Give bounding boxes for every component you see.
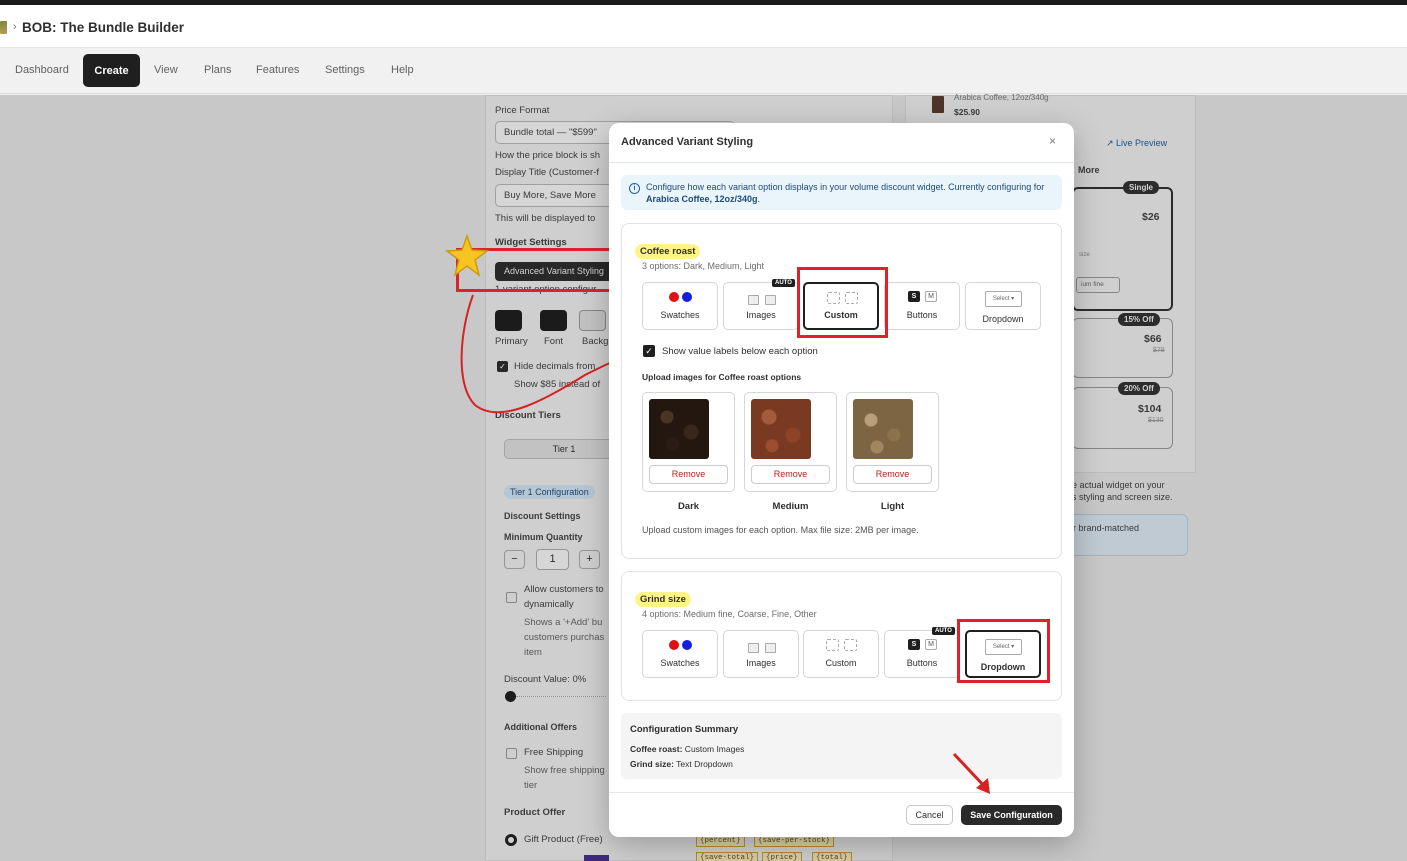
remove-dark-button[interactable]: Remove xyxy=(649,465,728,484)
coffee-roast-option-swatches[interactable]: Swatches xyxy=(642,282,718,330)
auto-badge: AUTO xyxy=(932,627,955,635)
nav-plans[interactable]: Plans xyxy=(204,64,232,76)
nav-settings[interactable]: Settings xyxy=(325,64,365,76)
advanced-variant-styling-modal: Advanced Variant Styling × i Configure h… xyxy=(609,123,1074,837)
custom-icon xyxy=(826,639,839,651)
coffee-roast-option-dropdown[interactable]: Select ▾ Dropdown xyxy=(965,282,1041,330)
remove-medium-button[interactable]: Remove xyxy=(751,465,830,484)
auto-badge: AUTO xyxy=(772,279,795,287)
button-m-icon: M xyxy=(925,639,937,650)
image-icon xyxy=(748,643,759,653)
image-card-light: Remove xyxy=(846,392,939,492)
option-label: Dropdown xyxy=(982,314,1024,324)
summary-coffee-roast: Coffee roast: Custom Images xyxy=(630,744,744,754)
annotation-box-custom xyxy=(797,267,888,338)
grind-size-option-swatches[interactable]: Swatches xyxy=(642,630,718,678)
show-labels-checkbox[interactable]: ✓ xyxy=(643,345,655,357)
button-s-icon: S xyxy=(908,639,920,650)
grind-size-option-custom[interactable]: Custom xyxy=(803,630,879,678)
close-icon[interactable]: × xyxy=(1049,134,1056,148)
save-configuration-button[interactable]: Save Configuration xyxy=(961,805,1062,825)
nav-help[interactable]: Help xyxy=(391,64,414,76)
coffee-roast-option-buttons[interactable]: S M Buttons xyxy=(884,282,960,330)
image-name-dark: Dark xyxy=(677,501,700,512)
summary-value: Text Dropdown xyxy=(673,759,733,769)
summary-label: Grind size: xyxy=(630,759,674,769)
option-label: Images xyxy=(746,310,776,320)
annotation-arrow-curve xyxy=(460,294,629,414)
top-nav: Dashboard Create View Plans Features Set… xyxy=(0,48,1407,94)
button-s-icon: S xyxy=(908,291,920,302)
medium-roast-image xyxy=(751,399,811,459)
upload-heading: Upload images for Coffee roast options xyxy=(642,372,802,382)
summary-title: Configuration Summary xyxy=(630,724,739,735)
image-card-medium: Remove xyxy=(744,392,837,492)
red-swatch-icon xyxy=(669,640,679,650)
custom-icon xyxy=(844,639,857,651)
info-banner: i Configure how each variant option disp… xyxy=(621,175,1062,210)
modal-title: Advanced Variant Styling xyxy=(621,136,754,148)
image-icon xyxy=(748,295,759,305)
option-label: Images xyxy=(746,658,776,668)
annotation-arrow-save xyxy=(952,752,990,794)
app-title: BOB: The Bundle Builder xyxy=(22,20,184,35)
configuration-summary: Configuration Summary Coffee roast: Cust… xyxy=(621,713,1062,779)
option-label: Custom xyxy=(825,658,857,668)
light-roast-image xyxy=(853,399,913,459)
show-labels-text: Show value labels below each option xyxy=(662,346,818,357)
annotation-box-dropdown xyxy=(957,619,1050,683)
coffee-roast-title: Coffee roast xyxy=(635,244,701,259)
coffee-roast-option-images[interactable]: Images xyxy=(723,282,799,330)
grind-size-option-buttons[interactable]: S M Buttons xyxy=(884,630,960,678)
grind-size-title: Grind size xyxy=(635,592,691,607)
grind-size-subtitle: 4 options: Medium fine, Coarse, Fine, Ot… xyxy=(642,609,817,619)
nav-features[interactable]: Features xyxy=(256,64,299,76)
info-text-product: Arabica Coffee, 12oz/340g xyxy=(646,194,758,204)
summary-value: Custom Images xyxy=(682,744,745,754)
star-icon xyxy=(444,233,490,277)
option-label: Swatches xyxy=(660,658,700,668)
button-m-icon: M xyxy=(925,291,937,302)
dark-roast-image xyxy=(649,399,709,459)
app-logo-icon xyxy=(0,21,7,34)
option-label: Buttons xyxy=(906,310,938,320)
nav-dashboard[interactable]: Dashboard xyxy=(15,64,69,76)
nav-view[interactable]: View xyxy=(154,64,178,76)
image-card-dark: Remove xyxy=(642,392,735,492)
modal-footer: Cancel Save Configuration xyxy=(609,792,1074,837)
cancel-button[interactable]: Cancel xyxy=(906,805,953,825)
app-title-bar: › BOB: The Bundle Builder xyxy=(0,5,1407,48)
info-text-main: Configure how each variant option displa… xyxy=(646,182,1045,192)
info-text-end: . xyxy=(757,194,761,204)
grind-size-option-images[interactable]: Images xyxy=(723,630,799,678)
breadcrumb-separator: › xyxy=(13,21,17,33)
dropdown-icon: Select ▾ xyxy=(985,291,1022,307)
blue-swatch-icon xyxy=(682,292,692,302)
blue-swatch-icon xyxy=(682,640,692,650)
info-icon: i xyxy=(629,183,640,194)
info-text: Configure how each variant option displa… xyxy=(646,181,1046,205)
image-name-medium: Medium xyxy=(772,501,809,512)
remove-light-button[interactable]: Remove xyxy=(853,465,932,484)
summary-label: Coffee roast: xyxy=(630,744,683,754)
option-label: Buttons xyxy=(906,658,938,668)
image-icon xyxy=(765,643,776,653)
modal-header: Advanced Variant Styling × xyxy=(609,123,1074,163)
option-label: Swatches xyxy=(660,310,700,320)
summary-grind-size: Grind size: Text Dropdown xyxy=(630,759,733,769)
nav-create[interactable]: Create xyxy=(83,54,140,87)
red-swatch-icon xyxy=(669,292,679,302)
upload-note: Upload custom images for each option. Ma… xyxy=(642,525,919,535)
coffee-roast-subtitle: 3 options: Dark, Medium, Light xyxy=(642,261,765,271)
image-name-light: Light xyxy=(880,501,905,512)
image-icon xyxy=(765,295,776,305)
